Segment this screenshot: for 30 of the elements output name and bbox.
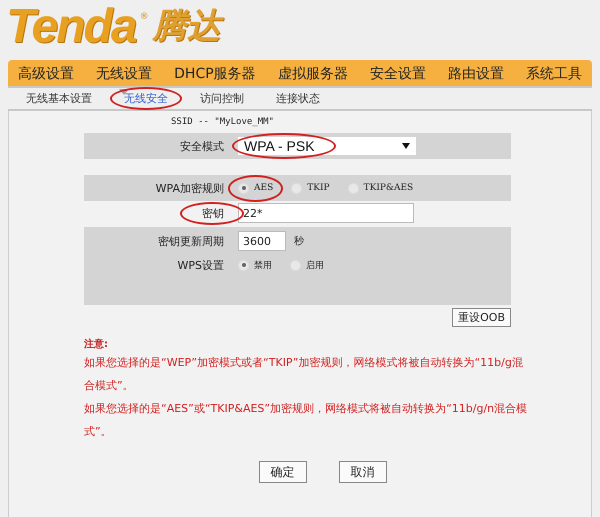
ssid-text: SSID -- "MyLove_MM" bbox=[170, 117, 275, 129]
note-text: 如果您选择的是“AES”或“TKIP&AES”加密规则，网络模式将被自动转换为“11b/g/n混合模式”。 bbox=[84, 401, 528, 440]
radio-option[interactable]: TKIP&AES bbox=[348, 182, 414, 194]
reset-oob-button[interactable]: 重设OOB bbox=[452, 308, 511, 327]
note-text: 如果您选择的是“WEP”加密模式或者“TKIP”加密规则，网络模式将被自动转换为“11b/g混合模式”。 bbox=[84, 355, 524, 394]
field-label: 安全模式 bbox=[180, 138, 224, 154]
radio-option[interactable]: 启用 bbox=[290, 258, 324, 272]
sub-tab[interactable]: 连接状态 bbox=[276, 91, 320, 106]
nav-tab[interactable]: 路由设置 bbox=[448, 59, 504, 95]
radio-option[interactable]: 禁用 bbox=[238, 258, 272, 272]
logo: Tenda®腾达 bbox=[0, 0, 600, 58]
form-button[interactable]: 确定 bbox=[258, 461, 306, 483]
dropdown-arrow-icon bbox=[402, 143, 410, 149]
field-label: WPA加密规则 bbox=[156, 180, 224, 196]
form-button[interactable]: 取消 bbox=[338, 461, 386, 483]
unit-label: 秒 bbox=[294, 234, 304, 248]
radio-option[interactable]: TKIP bbox=[291, 182, 330, 194]
field-label: 密钥更新周期 bbox=[158, 234, 224, 248]
sub-tab[interactable]: 无线基本设置 bbox=[26, 91, 92, 106]
renewal-field[interactable]: 3600 bbox=[238, 231, 286, 251]
sub-tab[interactable]: 无线安全 bbox=[124, 91, 168, 106]
nav-tab[interactable]: 安全设置 bbox=[370, 59, 426, 95]
note-title: 注意: bbox=[84, 337, 109, 351]
sub-tab[interactable]: 访问控制 bbox=[200, 91, 244, 106]
security-mode-select[interactable]: WPA - PSK bbox=[238, 137, 416, 155]
key-field[interactable]: 22* bbox=[238, 203, 414, 223]
radio-option[interactable]: AES bbox=[238, 182, 274, 194]
field-label: WPS设置 bbox=[178, 258, 224, 272]
nav-tab[interactable]: 系统工具 bbox=[526, 59, 582, 95]
field-label: 密钥 bbox=[202, 206, 224, 220]
